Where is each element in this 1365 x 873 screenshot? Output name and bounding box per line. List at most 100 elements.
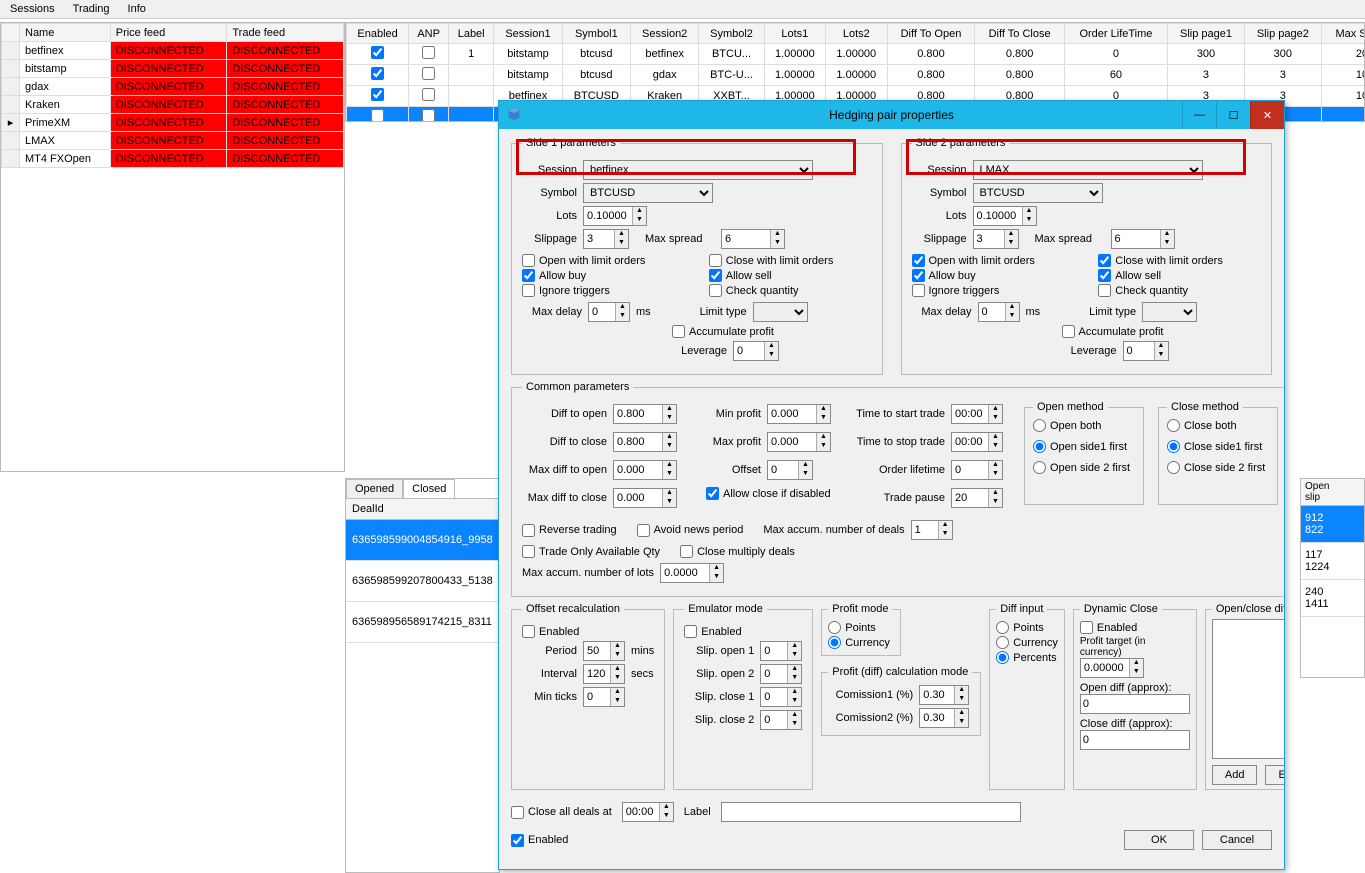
grid-cell[interactable]: 1 <box>449 44 494 65</box>
close-button[interactable]: ✕ <box>1250 101 1284 129</box>
allowsell1-check[interactable] <box>709 269 722 282</box>
diff-table-list[interactable] <box>1212 619 1284 759</box>
minp-input[interactable]: ▲▼ <box>767 404 831 424</box>
odiff-input[interactable] <box>1080 694 1190 714</box>
limittype2-select[interactable] <box>1142 302 1197 322</box>
slip-row[interactable]: 912822 <box>1301 506 1364 543</box>
grid-cell[interactable] <box>409 44 449 65</box>
dtc-input[interactable]: ▲▼ <box>613 432 677 452</box>
offset-input[interactable]: ▲▼ <box>767 460 813 480</box>
grid-cell[interactable]: 300 <box>1168 44 1245 65</box>
grid-cell[interactable] <box>347 65 409 86</box>
di-currency-radio[interactable] <box>996 636 1009 649</box>
menu-info[interactable]: Info <box>128 3 146 15</box>
menu-trading[interactable]: Trading <box>73 3 110 15</box>
reverse-trading-check[interactable] <box>522 524 535 537</box>
pm-currency-radio[interactable] <box>828 636 841 649</box>
grid-cell[interactable]: btcusd <box>562 44 630 65</box>
di-points-radio[interactable] <box>996 621 1009 634</box>
grid-col[interactable]: ANP <box>409 24 449 44</box>
grid-cell[interactable]: 0 <box>1064 44 1167 65</box>
maxdelay1-input[interactable]: ▲▼ <box>588 302 630 322</box>
pm-points-radio[interactable] <box>828 621 841 634</box>
close-multiply-check[interactable] <box>680 545 693 558</box>
anp-check[interactable] <box>422 46 435 59</box>
maximize-button[interactable]: ☐ <box>1216 101 1250 129</box>
grid-cell[interactable] <box>1321 107 1365 123</box>
grid-col[interactable]: Diff To Close <box>975 24 1064 44</box>
grid-cell[interactable]: 300 <box>1244 44 1321 65</box>
grid-cell[interactable] <box>347 107 409 123</box>
accum1-check[interactable] <box>672 325 685 338</box>
di-percents-radio[interactable] <box>996 651 1009 664</box>
ol-input[interactable]: ▲▼ <box>951 460 1003 480</box>
col-dealid[interactable]: DealId <box>346 499 499 520</box>
tts-input[interactable]: ▲▼ <box>951 404 1003 424</box>
pair-enabled-check[interactable] <box>511 834 524 847</box>
session-name[interactable]: Kraken <box>20 96 111 114</box>
checkqty1-check[interactable] <box>709 284 722 297</box>
enabled-check[interactable] <box>371 109 384 122</box>
period-input[interactable]: ▲▼ <box>583 641 625 661</box>
session-name[interactable]: LMAX <box>20 132 111 150</box>
maxacc-input[interactable]: ▲▼ <box>911 520 953 540</box>
grid-cell[interactable]: 0.800 <box>975 65 1064 86</box>
tab-opened[interactable]: Opened <box>346 479 403 498</box>
grid-cell[interactable]: betfinex <box>631 44 699 65</box>
maxspread1-input[interactable]: ▲▼ <box>721 229 785 249</box>
grid-cell[interactable]: 3 <box>1244 65 1321 86</box>
add-button[interactable]: Add <box>1212 765 1258 785</box>
om-both-radio[interactable] <box>1033 419 1046 432</box>
om-side2-radio[interactable] <box>1033 461 1046 474</box>
grid-cell[interactable]: 1000 <box>1321 86 1365 107</box>
enabled-check[interactable] <box>371 88 384 101</box>
minimize-button[interactable]: — <box>1182 101 1216 129</box>
sc2-input[interactable]: ▲▼ <box>760 710 802 730</box>
slip-row[interactable]: 1171224 <box>1301 543 1364 580</box>
cm-both-radio[interactable] <box>1167 419 1180 432</box>
grid-cell[interactable]: 1000 <box>1321 65 1365 86</box>
checkqty2-check[interactable] <box>1098 284 1111 297</box>
close-limit2-check[interactable] <box>1098 254 1111 267</box>
grid-col[interactable]: Label <box>449 24 494 44</box>
grid-cell[interactable]: 1.00000 <box>826 65 887 86</box>
lots1-input[interactable]: ▲▼ <box>583 206 647 226</box>
sc1-input[interactable]: ▲▼ <box>760 687 802 707</box>
ptgt-input[interactable]: ▲▼ <box>1080 658 1144 678</box>
deal-row[interactable]: 636598956589174215_8311 <box>346 602 499 643</box>
lev2-input[interactable]: ▲▼ <box>1123 341 1169 361</box>
menu-sessions[interactable]: Sessions <box>10 3 55 15</box>
open-limit1-check[interactable] <box>522 254 535 267</box>
mdo-input[interactable]: ▲▼ <box>613 460 677 480</box>
grid-cell[interactable] <box>409 107 449 123</box>
session-name[interactable]: MT4 FXOpen <box>20 150 111 168</box>
com2-input[interactable]: ▲▼ <box>919 708 969 728</box>
dto-input[interactable]: ▲▼ <box>613 404 677 424</box>
grid-col[interactable]: Session2 <box>631 24 699 44</box>
allowbuy1-check[interactable] <box>522 269 535 282</box>
col-open[interactable]: Open <box>1305 481 1360 492</box>
maxlots-input[interactable]: ▲▼ <box>660 563 724 583</box>
symbol1-select[interactable]: BTCUSD <box>583 183 713 203</box>
grid-cell[interactable]: bitstamp <box>494 65 562 86</box>
session2-select[interactable]: LMAX <box>973 160 1203 180</box>
slip-row[interactable]: 2401411 <box>1301 580 1364 617</box>
slip1-input[interactable]: ▲▼ <box>583 229 629 249</box>
tab-closed[interactable]: Closed <box>403 479 455 498</box>
om-side1-radio[interactable] <box>1033 440 1046 453</box>
off-enabled-check[interactable] <box>522 625 535 638</box>
open-limit2-check[interactable] <box>912 254 925 267</box>
grid-cell[interactable] <box>449 65 494 86</box>
grid-col[interactable]: Max Spread1 <box>1321 24 1365 44</box>
avoid-news-check[interactable] <box>637 524 650 537</box>
symbol2-select[interactable]: BTCUSD <box>973 183 1103 203</box>
tp-input[interactable]: ▲▼ <box>951 488 1003 508</box>
grid-cell[interactable]: 60 <box>1064 65 1167 86</box>
grid-col[interactable]: Order LifeTime <box>1064 24 1167 44</box>
slip2-input[interactable]: ▲▼ <box>973 229 1019 249</box>
allowbuy2-check[interactable] <box>912 269 925 282</box>
anp-check[interactable] <box>422 67 435 80</box>
grid-col[interactable]: Diff To Open <box>887 24 975 44</box>
ignoretrig1-check[interactable] <box>522 284 535 297</box>
session-name[interactable]: betfinex <box>20 42 111 60</box>
